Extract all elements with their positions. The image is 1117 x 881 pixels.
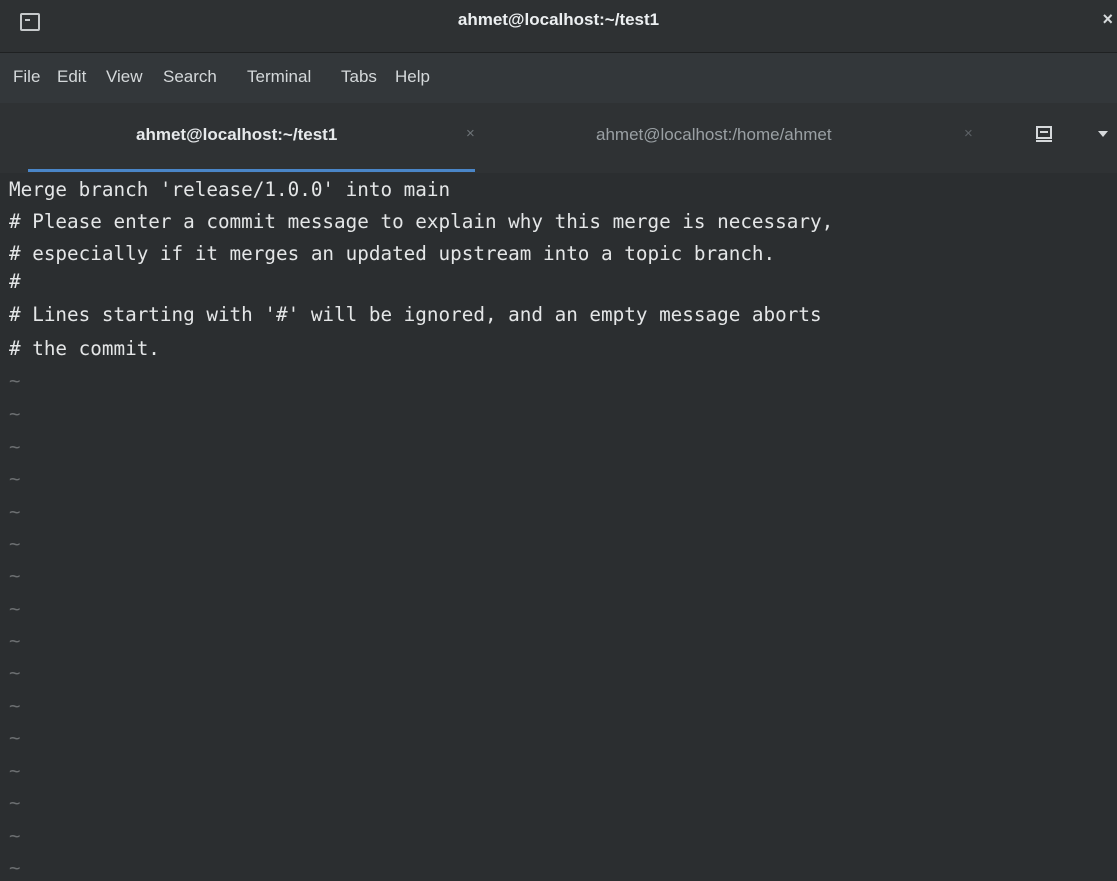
empty-line-marker: ~ xyxy=(9,436,21,458)
menu-terminal[interactable]: Terminal xyxy=(247,67,311,87)
tab-test1[interactable]: ahmet@localhost:~/test1 × xyxy=(0,103,500,173)
tab-close-icon[interactable]: × xyxy=(466,125,475,142)
editor-line: # Lines starting with '#' will be ignore… xyxy=(9,303,822,326)
empty-line-marker: ~ xyxy=(9,695,21,717)
tab-label: ahmet@localhost:~/test1 xyxy=(136,125,338,144)
empty-line-marker: ~ xyxy=(9,857,21,879)
editor-line: # Please enter a commit message to expla… xyxy=(9,210,834,233)
empty-line-marker: ~ xyxy=(9,825,21,847)
tab-bar: ahmet@localhost:~/test1 × ahmet@localhos… xyxy=(0,103,1117,173)
menu-bar: File Edit View Search Terminal Tabs Help xyxy=(0,53,1117,103)
new-tab-icon[interactable] xyxy=(1035,125,1053,143)
empty-line-marker: ~ xyxy=(9,533,21,555)
active-tab-indicator xyxy=(28,169,475,172)
empty-line-marker: ~ xyxy=(9,370,21,392)
empty-line-marker: ~ xyxy=(9,727,21,749)
menu-view[interactable]: View xyxy=(106,67,143,87)
empty-line-marker: ~ xyxy=(9,565,21,587)
editor-line: # especially if it merges an updated ups… xyxy=(9,242,776,265)
menu-search[interactable]: Search xyxy=(163,67,217,87)
menu-file[interactable]: File xyxy=(13,67,40,87)
empty-line-marker: ~ xyxy=(9,403,21,425)
close-icon[interactable]: × xyxy=(1102,9,1113,30)
title-bar: ahmet@localhost:~/test1 × xyxy=(0,0,1117,53)
chevron-down-icon[interactable] xyxy=(1098,131,1108,137)
empty-line-marker: ~ xyxy=(9,501,21,523)
tab-home-ahmet[interactable]: ahmet@localhost:/home/ahmet × xyxy=(500,103,1010,173)
empty-line-marker: ~ xyxy=(9,760,21,782)
terminal-editor[interactable]: Merge branch 'release/1.0.0' into main #… xyxy=(0,178,1117,881)
empty-line-marker: ~ xyxy=(9,598,21,620)
empty-line-marker: ~ xyxy=(9,662,21,684)
menu-edit[interactable]: Edit xyxy=(57,67,86,87)
editor-line: # xyxy=(9,270,21,293)
editor-line: Merge branch 'release/1.0.0' into main xyxy=(9,178,451,201)
menu-help[interactable]: Help xyxy=(395,67,430,87)
window-title: ahmet@localhost:~/test1 xyxy=(457,10,660,29)
menu-tabs[interactable]: Tabs xyxy=(341,67,377,87)
tab-close-icon[interactable]: × xyxy=(964,125,973,142)
empty-line-marker: ~ xyxy=(9,468,21,490)
tab-label: ahmet@localhost:/home/ahmet xyxy=(596,125,832,144)
empty-line-marker: ~ xyxy=(9,630,21,652)
empty-line-marker: ~ xyxy=(9,792,21,814)
editor-line: # the commit. xyxy=(9,337,160,360)
